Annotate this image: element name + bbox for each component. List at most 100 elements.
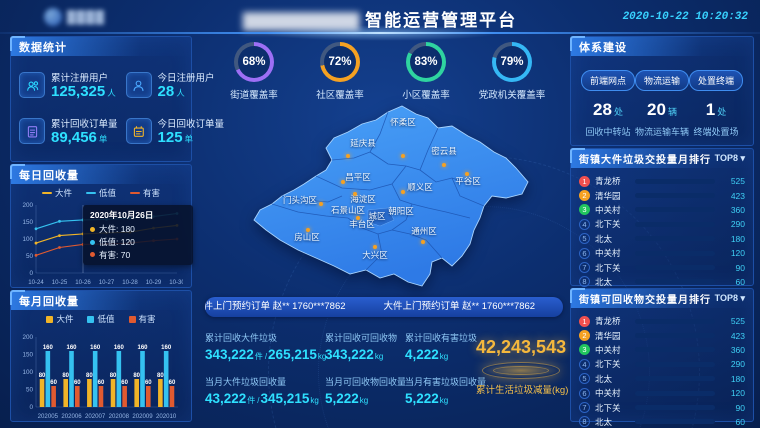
- rank-value: 180: [720, 374, 745, 384]
- users-icon: [19, 72, 45, 98]
- svg-text:160: 160: [137, 345, 148, 351]
- coverage-gauges: 68%街道覆盖率72%社区覆盖率83%小区覆盖率79%党政机关覆盖率: [200, 42, 566, 108]
- svg-text:160: 160: [114, 345, 125, 351]
- legend-item-有害[interactable]: 有害: [129, 313, 156, 325]
- rank-name: 北太: [595, 416, 630, 428]
- map-marker-dot: [306, 228, 310, 232]
- rank-badge: 8: [579, 416, 590, 427]
- system-value: 20辆: [635, 100, 689, 120]
- summary-segment: 件: [247, 396, 255, 405]
- rank-bar-track: [635, 279, 715, 284]
- monthly-chart: 0501001502002020052020062020072020082020…: [11, 325, 191, 426]
- total-reduction-label: 累计生活垃圾减量(kg): [476, 382, 566, 396]
- gauge-党政机关覆盖率: 79%党政机关覆盖率: [472, 42, 552, 108]
- svg-text:150: 150: [22, 352, 33, 359]
- summary-cell-5: 当月有害垃圾回收量5,222kg: [405, 375, 477, 408]
- system-tab-物流运输[interactable]: 物流运输: [635, 70, 689, 91]
- summary-cell-3: 当月大件垃圾回收量43,222件/345,215kg: [205, 375, 325, 408]
- rank-row-1: 1青龙桥525: [579, 174, 745, 188]
- rank-badge: 3: [579, 204, 590, 215]
- rank-large-top8-select[interactable]: TOP8 ▾: [715, 153, 745, 164]
- system-tab-处置终端[interactable]: 处置终端: [689, 70, 743, 91]
- total-reduction: 42,243,543 累计生活垃圾减量(kg): [476, 337, 566, 396]
- legend-swatch: [42, 192, 52, 194]
- rank-name: 中关村: [595, 247, 630, 259]
- rank-row-3: 3中关村360: [579, 203, 745, 217]
- summary-value: 343,222件/265,215kg: [205, 346, 325, 364]
- gauge-ring: 68%: [234, 42, 274, 82]
- ticker-item-1: 大件上门预约订单 赵** 1760***7862: [384, 297, 536, 317]
- gauge-label: 小区覆盖率: [386, 87, 466, 101]
- map-marker-dot: [346, 154, 350, 158]
- summary-value: 4,222kg: [405, 346, 477, 364]
- rank-row-7: 7北下关90: [579, 260, 745, 274]
- system-tab-前端网点[interactable]: 前端网点: [581, 70, 635, 91]
- rank-name: 青龙桥: [595, 175, 630, 187]
- beijing-district-map[interactable]: 怀柔区延庆县密云县昌平区平谷区顺义区门头沟区海淀区石景山区城区朝阳区丰台区通州区…: [230, 100, 560, 300]
- svg-text:10-28: 10-28: [122, 279, 138, 286]
- summary-cell-2: 累计回收有害垃圾 4,222kg: [405, 331, 477, 364]
- svg-text:160: 160: [161, 345, 172, 351]
- rank-value: 290: [720, 219, 745, 229]
- summary-segment: 5,222: [325, 391, 359, 406]
- rank-badge: 8: [579, 276, 590, 287]
- rank-bar-track: [635, 179, 715, 184]
- rank-value: 423: [720, 191, 745, 201]
- system-value: 1处: [689, 100, 743, 120]
- gauge-label: 社区覆盖率: [300, 87, 380, 101]
- rank-bar-track: [635, 222, 715, 227]
- rank-recyclable-top8-select[interactable]: TOP8 ▾: [715, 293, 745, 304]
- map-marker-dot: [341, 180, 345, 184]
- stat-text-3: 今日回收订单量125单: [158, 116, 225, 147]
- chart-tooltip: 2020年10月26日大件: 180低值: 120有害: 70: [83, 205, 193, 265]
- rank-name: 北太: [595, 233, 630, 245]
- rank-value: 290: [720, 359, 745, 369]
- system-label: 终端处置场: [689, 125, 743, 138]
- svg-text:10-25: 10-25: [52, 279, 68, 286]
- svg-text:202009: 202009: [132, 413, 153, 420]
- legend-item-低值[interactable]: 低值: [86, 187, 116, 199]
- panel-monthly-chart-header: 每月回收量: [11, 291, 191, 310]
- legend-item-有害[interactable]: 有害: [130, 187, 160, 199]
- summary-label: 当月可回收物回收量: [325, 375, 405, 388]
- rank-row-6: 6中关村120: [579, 386, 745, 400]
- gauge-ring: 83%: [406, 42, 446, 82]
- legend-item-大件[interactable]: 大件: [42, 187, 72, 199]
- map-marker-dot: [401, 154, 405, 158]
- summary-stats: 累计回收大件垃圾343,222件/265,215kg累计回收可回收物343,22…: [205, 331, 477, 408]
- svg-text:60: 60: [145, 380, 152, 386]
- summary-segment: 件: [255, 352, 263, 361]
- legend-label: 大件: [55, 187, 72, 199]
- tooltip-title: 2020年10月26日: [90, 209, 186, 221]
- rank-row-1: 1青龙桥525: [579, 314, 745, 328]
- panel-rank-large: 街镇大件垃圾交投量月排行 TOP8 ▾ 1青龙桥5252清华园4233中关村36…: [570, 148, 754, 286]
- svg-text:50: 50: [26, 253, 34, 260]
- stat-value: 125,325人: [51, 84, 116, 101]
- summary-cell-4: 当月可回收物回收量5,222kg: [325, 375, 405, 408]
- panel-rank-large-header: 街镇大件垃圾交投量月排行 TOP8 ▾: [571, 149, 753, 168]
- rank-badge: 3: [579, 344, 590, 355]
- rank-name: 北下关: [595, 218, 630, 230]
- rank-bar-track: [635, 207, 715, 212]
- svg-text:80: 80: [62, 373, 69, 379]
- legend-swatch: [46, 316, 53, 323]
- rank-badge: 7: [579, 262, 590, 273]
- rank-value: 525: [720, 176, 745, 186]
- rank-badge: 5: [579, 233, 590, 244]
- system-col-1: 物流运输20辆物流运输车辆: [635, 70, 689, 138]
- rank-badge: 2: [579, 190, 590, 201]
- rank-badge: 6: [579, 248, 590, 259]
- legend-item-大件[interactable]: 大件: [46, 313, 73, 325]
- svg-text:10-26: 10-26: [75, 279, 91, 286]
- summary-label: 累计回收有害垃圾: [405, 331, 477, 344]
- rank-value: 120: [720, 248, 745, 258]
- rank-bar-track: [635, 265, 715, 270]
- rank-bar-track: [635, 236, 715, 241]
- legend-item-低值[interactable]: 低值: [87, 313, 114, 325]
- legend-swatch: [87, 316, 94, 323]
- rank-bar-track: [635, 419, 715, 424]
- svg-text:202010: 202010: [156, 413, 177, 420]
- panel-daily-chart-title: 每日回收量: [19, 167, 79, 183]
- panel-monthly-chart-title: 每月回收量: [19, 293, 79, 309]
- daily-chart-legend: 大件 低值 有害: [11, 187, 191, 199]
